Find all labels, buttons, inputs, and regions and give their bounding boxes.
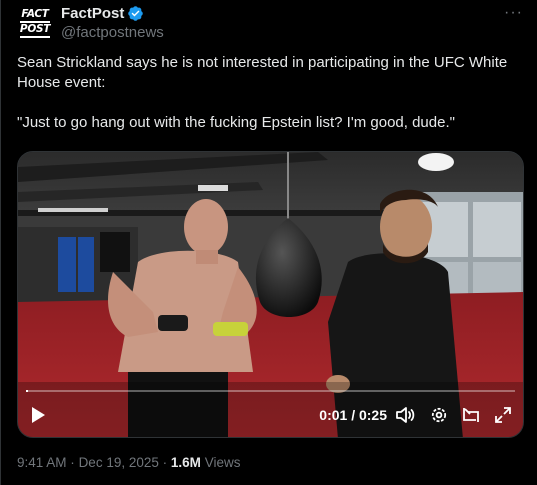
avatar[interactable]: FACT POST — [17, 5, 53, 41]
tweet-meta: 9:41 AM · Dec 19, 2025 · 1.6M Views — [17, 455, 240, 470]
video-progress-fill — [26, 390, 28, 392]
video-controls: 0:01 / 0:25 — [18, 393, 523, 437]
views-label: Views — [204, 455, 241, 470]
settings-icon[interactable] — [429, 405, 449, 425]
meta-separator: · — [70, 455, 75, 470]
meta-separator-2: · — [162, 455, 168, 470]
avatar-logo-line1: FACT — [21, 7, 49, 20]
tweet-quote: "Just to go hang out with the fucking Ep… — [17, 114, 455, 131]
handle[interactable]: @factpostnews — [61, 24, 164, 41]
display-name[interactable]: FactPost — [61, 5, 124, 22]
volume-icon[interactable] — [395, 405, 415, 425]
video-time: 0:01 / 0:25 — [319, 407, 387, 423]
tweet-card[interactable]: FACT POST FactPost @factpostnews ··· Sea… — [0, 0, 537, 485]
views-count: 1.6M — [170, 455, 201, 470]
tweet-text: Sean Strickland says he is not intereste… — [17, 53, 522, 133]
video-progress-bar[interactable] — [26, 390, 515, 392]
play-icon[interactable] — [28, 405, 48, 425]
verified-badge-icon — [128, 6, 144, 21]
fullscreen-icon[interactable] — [493, 405, 513, 425]
tweet-date[interactable]: Dec 19, 2025 — [79, 455, 159, 470]
author-name-row: FactPost — [61, 5, 144, 22]
more-options-icon[interactable]: ··· — [504, 4, 523, 22]
tweet-paragraph: Sean Strickland says he is not intereste… — [17, 54, 508, 91]
avatar-logo-line2: POST — [19, 21, 50, 38]
tweet-time[interactable]: 9:41 AM — [17, 455, 67, 470]
pop-out-icon[interactable] — [461, 405, 481, 425]
video-player[interactable]: 0:01 / 0:25 — [17, 151, 524, 438]
